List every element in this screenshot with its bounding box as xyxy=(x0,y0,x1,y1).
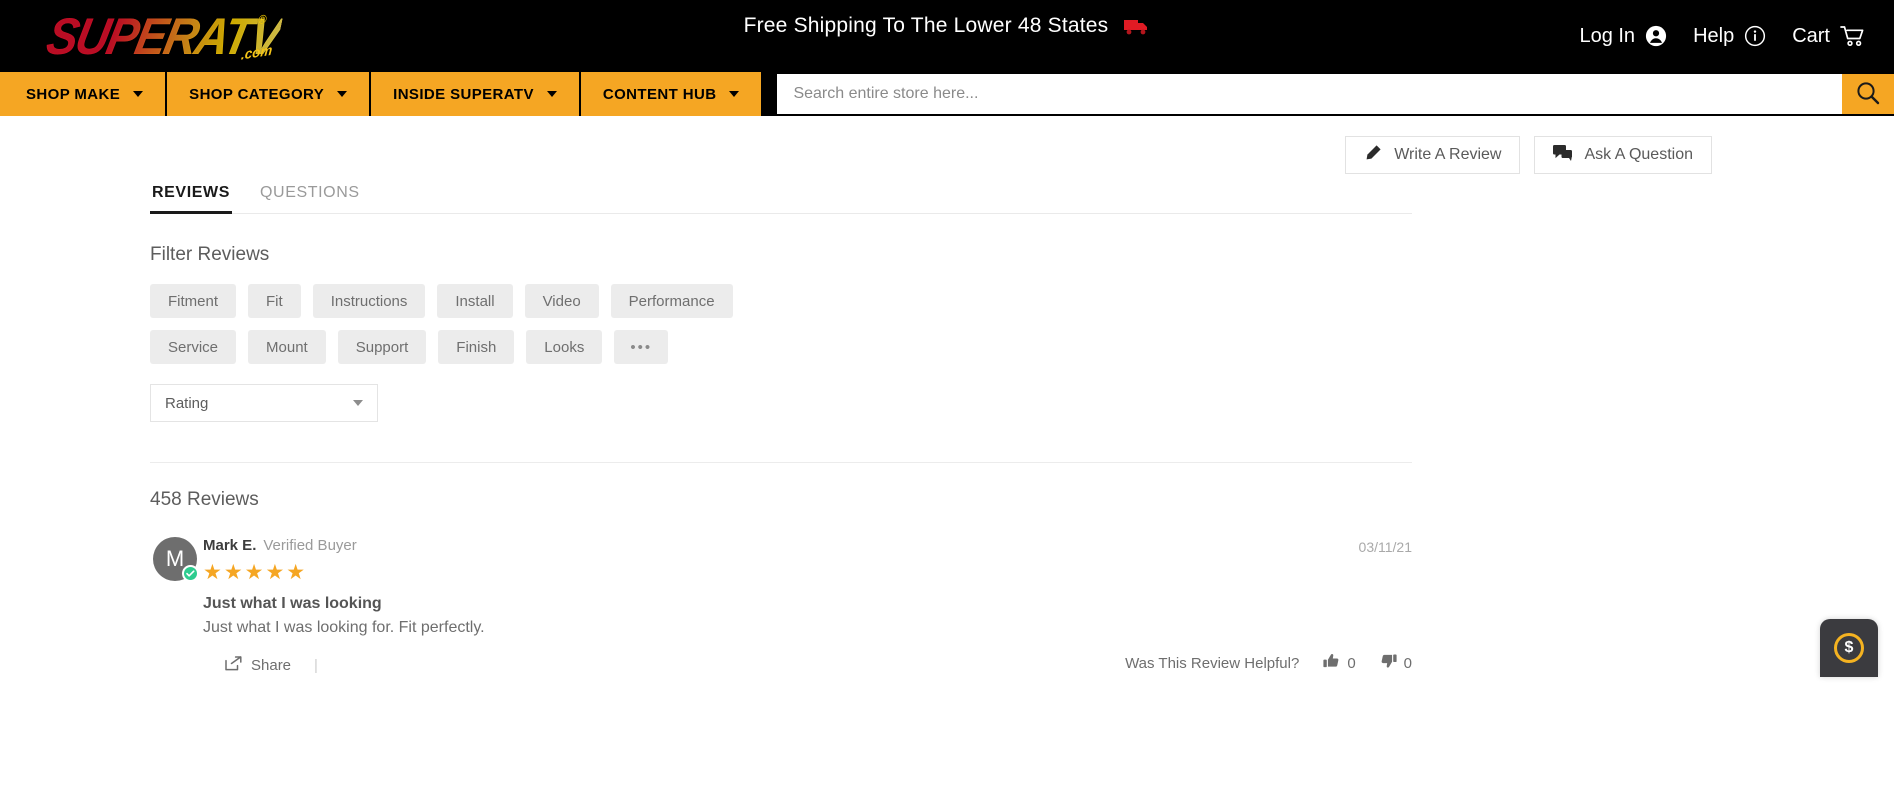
share-label: Share xyxy=(251,656,292,674)
rating-sort-dropdown[interactable]: Rating xyxy=(150,384,378,422)
chevron-down-icon xyxy=(546,91,557,97)
review-date: 03/11/21 xyxy=(1358,539,1412,555)
write-a-review-label: Write A Review xyxy=(1394,146,1502,163)
chat-bubbles-icon xyxy=(1553,144,1573,167)
nav-items: SHOP MAKE SHOP CATEGORY INSIDE SUPERATV … xyxy=(0,72,764,116)
promo-text: Free Shipping To The Lower 48 States xyxy=(743,14,1109,37)
help-label: Help xyxy=(1693,24,1735,47)
filter-chip-more[interactable]: ••• xyxy=(614,330,669,364)
chevron-down-icon xyxy=(133,91,144,97)
dollar-coin-icon: $ xyxy=(1834,633,1864,663)
filter-chip-finish[interactable]: Finish xyxy=(438,330,515,364)
filter-chip-fitment[interactable]: Fitment xyxy=(150,284,237,318)
share-separator: | xyxy=(314,656,318,674)
rating-sort-label: Rating xyxy=(165,394,209,412)
logo-wordmark: SUPERATV ® .com xyxy=(42,7,285,65)
tab-reviews[interactable]: REVIEWS xyxy=(150,184,232,214)
reviews-page: Write A Review Ask A Question REVIEWS QU… xyxy=(0,116,1894,677)
verified-check-icon xyxy=(182,565,199,582)
chevron-down-icon xyxy=(729,91,740,97)
search-bar xyxy=(763,72,1894,116)
search-button[interactable] xyxy=(1842,74,1894,114)
pencil-icon xyxy=(1364,144,1382,167)
help-link[interactable]: Help xyxy=(1693,25,1766,48)
rewards-symbol: $ xyxy=(1844,639,1854,656)
nav-label: INSIDE SUPERATV xyxy=(393,85,534,103)
star-rating: ★★★★★ xyxy=(203,561,308,584)
nav-label: CONTENT HUB xyxy=(602,85,717,103)
filter-chips: Fitment Fit Instructions Install Video P… xyxy=(150,284,1420,364)
tab-reviews-label: REVIEWS xyxy=(152,184,230,201)
login-link[interactable]: Log In xyxy=(1579,25,1667,48)
info-circle-icon xyxy=(1744,25,1766,47)
write-a-review-button[interactable]: Write A Review xyxy=(1345,136,1521,174)
ask-a-question-button[interactable]: Ask A Question xyxy=(1534,136,1712,174)
review-header: Mark E. Verified Buyer xyxy=(203,537,1412,554)
nav-label: SHOP CATEGORY xyxy=(189,85,325,103)
filter-chip-instructions[interactable]: Instructions xyxy=(312,284,426,318)
thumbs-down-vote[interactable]: 0 xyxy=(1380,653,1412,673)
filter-chip-video[interactable]: Video xyxy=(524,284,599,318)
nav-item-shop-make[interactable]: SHOP MAKE xyxy=(0,72,168,116)
search-icon xyxy=(1855,80,1881,109)
review-actions: Write A Review Ask A Question xyxy=(150,116,1712,174)
filter-chip-install[interactable]: Install xyxy=(437,284,513,318)
review-title: Just what I was looking xyxy=(203,595,382,612)
filter-chip-performance[interactable]: Performance xyxy=(610,284,733,318)
cart-link[interactable]: Cart xyxy=(1792,25,1866,48)
filter-chip-mount[interactable]: Mount xyxy=(248,330,326,364)
truck-icon xyxy=(1124,17,1150,41)
review-helpful: Was This Review Helpful? 0 0 xyxy=(1125,653,1412,673)
filter-chip-fit[interactable]: Fit xyxy=(248,284,301,318)
filter-chip-support[interactable]: Support xyxy=(337,330,427,364)
chevron-down-icon xyxy=(337,91,348,97)
review-body: Just what I was looking for. Fit perfect… xyxy=(203,619,485,636)
review-item: M 03/11/21 Mark E. Verified Buyer ★★★★★ … xyxy=(150,537,1412,677)
nav-item-content-hub[interactable]: CONTENT HUB xyxy=(580,72,764,116)
helpful-question-label: Was This Review Helpful? xyxy=(1125,654,1300,672)
thumbs-up-icon xyxy=(1323,653,1340,673)
verified-buyer-label: Verified Buyer xyxy=(263,537,357,554)
thumbs-up-count: 0 xyxy=(1347,654,1356,672)
review-author: Mark E. xyxy=(203,537,257,554)
thumbs-up-vote[interactable]: 0 xyxy=(1323,653,1356,673)
thumbs-down-count: 0 xyxy=(1403,654,1412,672)
filter-chip-looks[interactable]: Looks xyxy=(526,330,603,364)
user-circle-icon xyxy=(1645,25,1667,47)
share-button[interactable]: Share | xyxy=(225,655,318,675)
site-logo[interactable]: SUPERATV ® .com xyxy=(42,7,418,65)
rewards-widget[interactable]: $ xyxy=(1820,619,1878,677)
avatar: M xyxy=(153,537,199,582)
header-account-nav: Log In Help Cart xyxy=(1553,0,1866,72)
tab-questions[interactable]: QUESTIONS xyxy=(258,184,362,214)
review-footer: Share | Was This Review Helpful? 0 0 xyxy=(203,653,1412,677)
nav-item-shop-category[interactable]: SHOP CATEGORY xyxy=(167,72,372,116)
filter-chip-row-2: Service Mount Support Finish Looks ••• xyxy=(150,330,1420,364)
reviews-count: 458 Reviews xyxy=(150,489,259,510)
nav-item-inside-superatv[interactable]: INSIDE SUPERATV xyxy=(371,72,581,116)
site-header: SUPERATV ® .com Free Shipping To The Low… xyxy=(0,0,1894,72)
filter-reviews-heading: Filter Reviews xyxy=(150,244,270,265)
filter-chip-row-1: Fitment Fit Instructions Install Video P… xyxy=(150,284,1420,318)
search-input[interactable] xyxy=(777,74,1842,114)
cart-label: Cart xyxy=(1792,24,1830,47)
filter-chip-service[interactable]: Service xyxy=(150,330,237,364)
content-container: Write A Review Ask A Question REVIEWS QU… xyxy=(150,116,1712,677)
section-divider xyxy=(150,462,1412,463)
main-navigation: SHOP MAKE SHOP CATEGORY INSIDE SUPERATV … xyxy=(0,72,1894,116)
thumbs-down-icon xyxy=(1380,653,1397,673)
shopping-cart-icon xyxy=(1840,25,1866,47)
reviews-tabs: REVIEWS QUESTIONS xyxy=(150,184,1412,214)
login-label: Log In xyxy=(1579,24,1636,47)
review-content: Mark E. Verified Buyer ★★★★★ Just what I… xyxy=(203,537,1412,677)
tab-questions-label: QUESTIONS xyxy=(260,184,360,201)
ask-a-question-label: Ask A Question xyxy=(1584,146,1693,163)
nav-label: SHOP MAKE xyxy=(26,85,121,103)
share-icon xyxy=(225,655,242,675)
chevron-down-icon xyxy=(353,400,363,406)
